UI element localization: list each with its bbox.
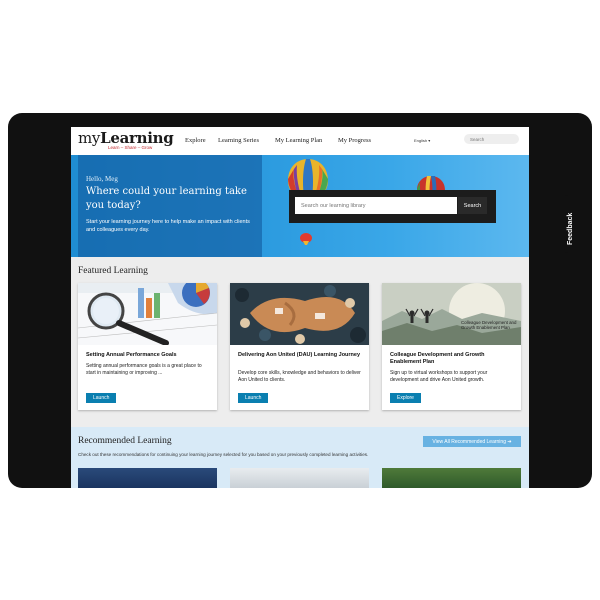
- card-description: Sign up to virtual workshops to support …: [390, 370, 488, 383]
- hero-headline: Where could your learning take you today…: [86, 186, 247, 211]
- language-selector[interactable]: English ▾: [414, 138, 430, 143]
- mountain-celebration-image: Colleague Development and Growth Enablem…: [382, 283, 521, 345]
- recommended-card-image[interactable]: [78, 468, 217, 488]
- explore-button[interactable]: Explore: [390, 393, 421, 403]
- nav-learning-series[interactable]: Learning Series: [218, 137, 259, 144]
- card-title: Delivering Aon United (DAU) Learning Jou…: [238, 352, 361, 358]
- nav-explore[interactable]: Explore: [185, 137, 206, 144]
- recommended-learning-title: Recommended Learning: [78, 436, 172, 446]
- hero-subtext: Start your learning journey here to help…: [86, 219, 250, 233]
- hero-greeting: Hello, Meg: [86, 175, 118, 183]
- featured-card[interactable]: Delivering Aon United (DAU) Learning Jou…: [230, 283, 369, 410]
- card-description: Setting annual performance goals is a gr…: [86, 363, 202, 376]
- recommended-learning-section: Recommended Learning View All Recommende…: [71, 427, 529, 488]
- card-title: Setting Annual Performance Goals: [86, 352, 177, 358]
- header-search-input[interactable]: [464, 134, 519, 144]
- browser-screen: myLearning Learn – Share – Grow Explore …: [71, 127, 529, 488]
- card-description: Develop core skills, knowledge and behav…: [238, 370, 361, 383]
- recommended-description: Check out these recommendations for cont…: [78, 452, 369, 457]
- image-caption: Colleague Development and Growth Enablem…: [461, 320, 517, 330]
- team-meeting-image: [230, 283, 369, 345]
- featured-card[interactable]: Setting Annual Performance Goals Setting…: [78, 283, 217, 410]
- logo-tagline: Learn – Share – Grow: [108, 145, 153, 150]
- view-all-recommended-button[interactable]: View All Recommended Learning ➔: [423, 436, 521, 447]
- nav-my-learning-plan[interactable]: My Learning Plan: [275, 137, 322, 144]
- recommended-card-image[interactable]: [382, 468, 521, 488]
- featured-card[interactable]: Colleague Development and Growth Enablem…: [382, 283, 521, 410]
- library-search-input[interactable]: [295, 197, 457, 214]
- performance-goals-image: [78, 283, 217, 345]
- library-search-button[interactable]: Search: [458, 197, 487, 214]
- featured-learning-title: Featured Learning: [78, 266, 148, 276]
- launch-button[interactable]: Launch: [238, 393, 269, 403]
- hero-banner: Hello, Meg Where could your learning tak…: [71, 155, 529, 257]
- feedback-tab[interactable]: Feedback: [564, 195, 584, 253]
- launch-button[interactable]: Launch: [86, 393, 117, 403]
- recommended-card-image[interactable]: [230, 468, 369, 488]
- nav-my-progress[interactable]: My Progress: [338, 137, 371, 144]
- featured-learning-section: Featured Learning Setting Annual Perform…: [71, 257, 529, 427]
- site-header: myLearning Learn – Share – Grow Explore …: [71, 127, 529, 156]
- card-title: Colleague Development and Growth Enablem…: [390, 352, 485, 365]
